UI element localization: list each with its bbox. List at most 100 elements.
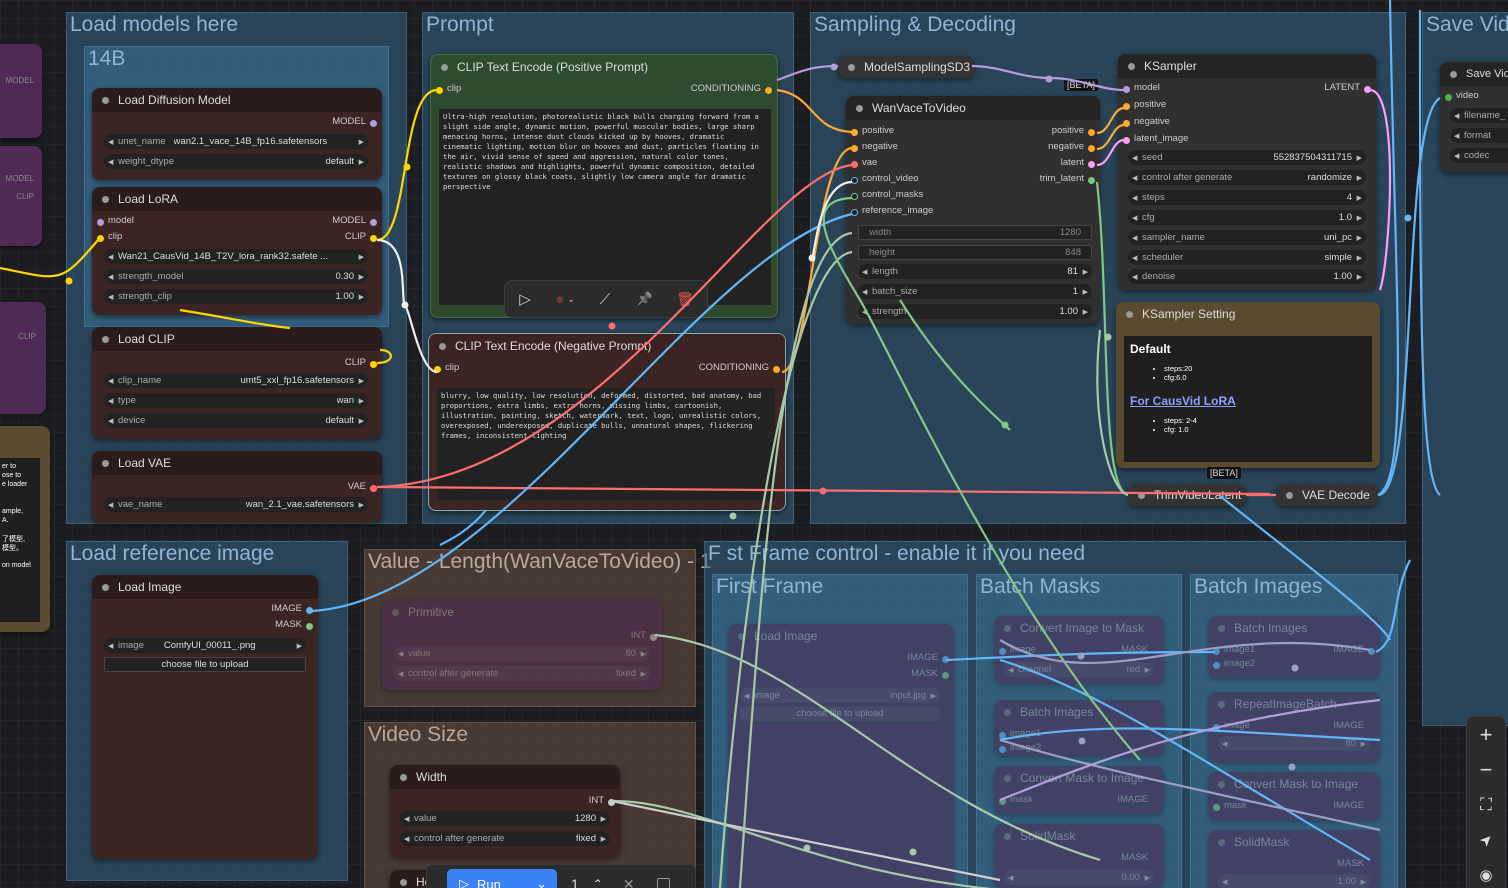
ff-choose-file-button[interactable]: choose file to upload [740, 706, 940, 721]
collapse-dot-icon[interactable] [1450, 70, 1457, 78]
model-output-pin[interactable] [370, 120, 377, 127]
wan-negative-in-pin[interactable] [851, 145, 858, 152]
bi-convert-mask-to-image-node[interactable]: Convert Mask to Image mask IMAGE [1208, 772, 1380, 820]
bm-solid-mask-header[interactable]: SolidMask [994, 824, 1164, 848]
width-widget[interactable]: width 1280 [858, 225, 1092, 240]
sampler-name-widget[interactable]: sampler_nameuni_pc [1128, 230, 1366, 245]
load-lora-header[interactable]: Load LoRA [92, 187, 382, 211]
collapse-dot-icon[interactable] [439, 342, 446, 350]
collapse-dot-icon[interactable] [102, 459, 109, 467]
positive-clip-in-pin[interactable] [436, 87, 443, 94]
ff-image-widget[interactable]: imageinput.jpg [740, 688, 940, 703]
ksampler-header[interactable]: KSampler [1118, 54, 1376, 78]
fit-view-button[interactable]: ⛶ [1467, 787, 1505, 822]
ks-negative-in-pin[interactable] [1123, 120, 1130, 127]
bm-batch-images-node[interactable]: Batch Images image1 image2 [994, 700, 1164, 756]
width-node-header[interactable]: Width [390, 765, 620, 789]
bi-batch-images-header[interactable]: Batch Images [1208, 616, 1380, 640]
bi-solid-value-widget[interactable]: 1.00 [1218, 874, 1370, 888]
bi-convert-mask-header[interactable]: Convert Mask to Image [1208, 772, 1380, 796]
wan-trim-latent-out-pin[interactable] [1088, 177, 1095, 184]
toggle-links-button[interactable]: ◉ [1467, 858, 1505, 888]
convert-image-to-mask-header[interactable]: Convert Image to Mask [994, 616, 1164, 640]
primitive-int-pin[interactable] [650, 634, 657, 641]
seed-widget[interactable]: seed552837504311715 [1128, 150, 1366, 165]
unet-name-widget[interactable]: unet_namewan2.1_vace_14B_fp16.safetensor… [104, 134, 368, 149]
bm-batch-images-header[interactable]: Batch Images [994, 700, 1164, 724]
weight-dtype-widget[interactable]: weight_dtypedefault [104, 154, 368, 169]
strength-model-widget[interactable]: strength_model0.30 [104, 269, 368, 284]
mask-out-pin[interactable] [306, 623, 313, 630]
collapse-dot-icon[interactable] [102, 583, 109, 591]
load-lora-node[interactable]: Load LoRA model MODEL clip CLIP Wan21_Caus… [92, 187, 382, 315]
vae-decode-node[interactable]: VAE Decode [1276, 484, 1378, 506]
clipped-note-node[interactable]: er to ose to e loader ample, A. 了模型, 模型。… [0, 426, 50, 632]
negative-conditioning-out-pin[interactable] [773, 366, 780, 373]
strength-clip-widget[interactable]: strength_clip1.00 [104, 289, 368, 304]
wan-negative-out-pin[interactable] [1088, 145, 1095, 152]
trim-video-latent-header[interactable]: TrimVideoLatent [1128, 484, 1246, 506]
ff-mask-pin[interactable] [942, 672, 949, 679]
collapse-dot-icon[interactable] [738, 632, 745, 640]
negative-clip-in-pin[interactable] [434, 366, 441, 373]
save-video-node[interactable]: Save Vid video filename_ format codec [1440, 62, 1508, 172]
width-cag-widget[interactable]: control after generatefixed [400, 831, 610, 846]
positive-prompt-textarea[interactable]: Ultra-high resolution, photorealistic bl… [439, 109, 771, 305]
clip-output-pin[interactable] [370, 361, 377, 368]
vae-decode-header[interactable]: VAE Decode [1276, 484, 1378, 506]
lora-model-out-pin[interactable] [370, 219, 377, 226]
wan-latent-out-pin[interactable] [1088, 161, 1095, 168]
queue-count[interactable]: 1 [571, 876, 579, 888]
ks-positive-in-pin[interactable] [1123, 103, 1130, 110]
repeat-image-batch-header[interactable]: RepeatImageBatch [1208, 692, 1380, 716]
zoom-in-button[interactable]: + [1467, 717, 1505, 752]
collapse-dot-icon[interactable] [1128, 62, 1135, 70]
collapse-dot-icon[interactable] [1286, 491, 1293, 499]
lora-name-widget[interactable]: Wan21_CausVid_14B_T2V_lora_rank32.safete… [104, 249, 368, 264]
clipped-node-2[interactable]: MODEL CLIP [0, 146, 42, 246]
zoom-out-button[interactable]: − [1467, 752, 1505, 787]
primitive-cag-widget[interactable]: control after generatefixed [394, 666, 650, 681]
negative-prompt-header[interactable]: CLIP Text Encode (Negative Prompt) [429, 334, 785, 358]
width-int-pin[interactable] [608, 799, 615, 806]
wan-vace-to-video-node[interactable]: WanVaceToVideo positive positive negative… [846, 96, 1100, 324]
ksampler-setting-note[interactable]: KSampler Setting Default steps:20 cfg:6.… [1116, 302, 1380, 468]
bm-solid-mask-node[interactable]: SolidMask MASK 0.00 [994, 824, 1164, 888]
collapse-dot-icon[interactable] [1218, 838, 1225, 846]
bm-mask-in-pin[interactable] [999, 798, 1006, 805]
load-vae-header[interactable]: Load VAE [92, 451, 382, 475]
clip-text-encode-positive-node[interactable]: CLIP Text Encode (Positive Prompt) clip C… [430, 54, 778, 318]
wan-positive-in-pin[interactable] [851, 129, 858, 136]
bi-solid-mask-node[interactable]: SolidMask MASK 1.00 [1208, 830, 1380, 888]
batch-size-widget[interactable]: batch_size1 [858, 284, 1092, 299]
scheduler-widget[interactable]: schedulersimple [1128, 250, 1366, 265]
ff-image-pin[interactable] [942, 656, 949, 663]
collapse-dot-icon[interactable] [1126, 310, 1133, 318]
denoise-widget[interactable]: denoise1.00 [1128, 269, 1366, 284]
load-diffusion-model-header[interactable]: Load Diffusion Model [92, 88, 382, 112]
image-select-widget[interactable]: imageComfyUI_00011_.png [104, 638, 306, 653]
lora-clip-out-pin[interactable] [370, 235, 377, 242]
run-node-button[interactable]: ▷ [505, 281, 545, 317]
ri-amount-widget[interactable]: 80 [1218, 736, 1370, 751]
load-clip-node[interactable]: Load CLIP CLIP clip_nameumt5_xxl_fp16.sa… [92, 327, 382, 439]
trim-video-latent-node[interactable]: TrimVideoLatent [1128, 484, 1246, 506]
bm-solid-value-widget[interactable]: 0.00 [1004, 870, 1154, 885]
steps-widget[interactable]: steps4 [1128, 190, 1366, 205]
primitive-value-widget[interactable]: value80 [394, 646, 650, 661]
causvid-link[interactable]: For CausVid LoRA [1130, 394, 1366, 408]
collapse-dot-icon[interactable] [1004, 774, 1011, 782]
bm-image1-pin[interactable] [999, 732, 1006, 739]
cfg-widget[interactable]: cfg1.0 [1128, 210, 1366, 225]
chevron-up-icon[interactable]: ⌃ [593, 877, 603, 888]
save-video-header[interactable]: Save Vid [1440, 62, 1508, 86]
choose-file-button[interactable]: choose file to upload [104, 657, 306, 672]
wan-vace-header[interactable]: WanVaceToVideo [846, 96, 1100, 120]
control-after-generate-widget[interactable]: control after generaterandomize [1128, 170, 1366, 185]
locate-button[interactable]: ➤ [1467, 823, 1505, 858]
wan-control-video-pin[interactable] [851, 177, 858, 184]
clip-text-encode-negative-node[interactable]: CLIP Text Encode (Negative Prompt) clip C… [428, 333, 786, 511]
filename-widget[interactable]: filename_ [1450, 108, 1508, 123]
length-widget[interactable]: length81 [858, 264, 1092, 279]
width-node[interactable]: Width INT value1280 control after genera… [390, 765, 620, 857]
